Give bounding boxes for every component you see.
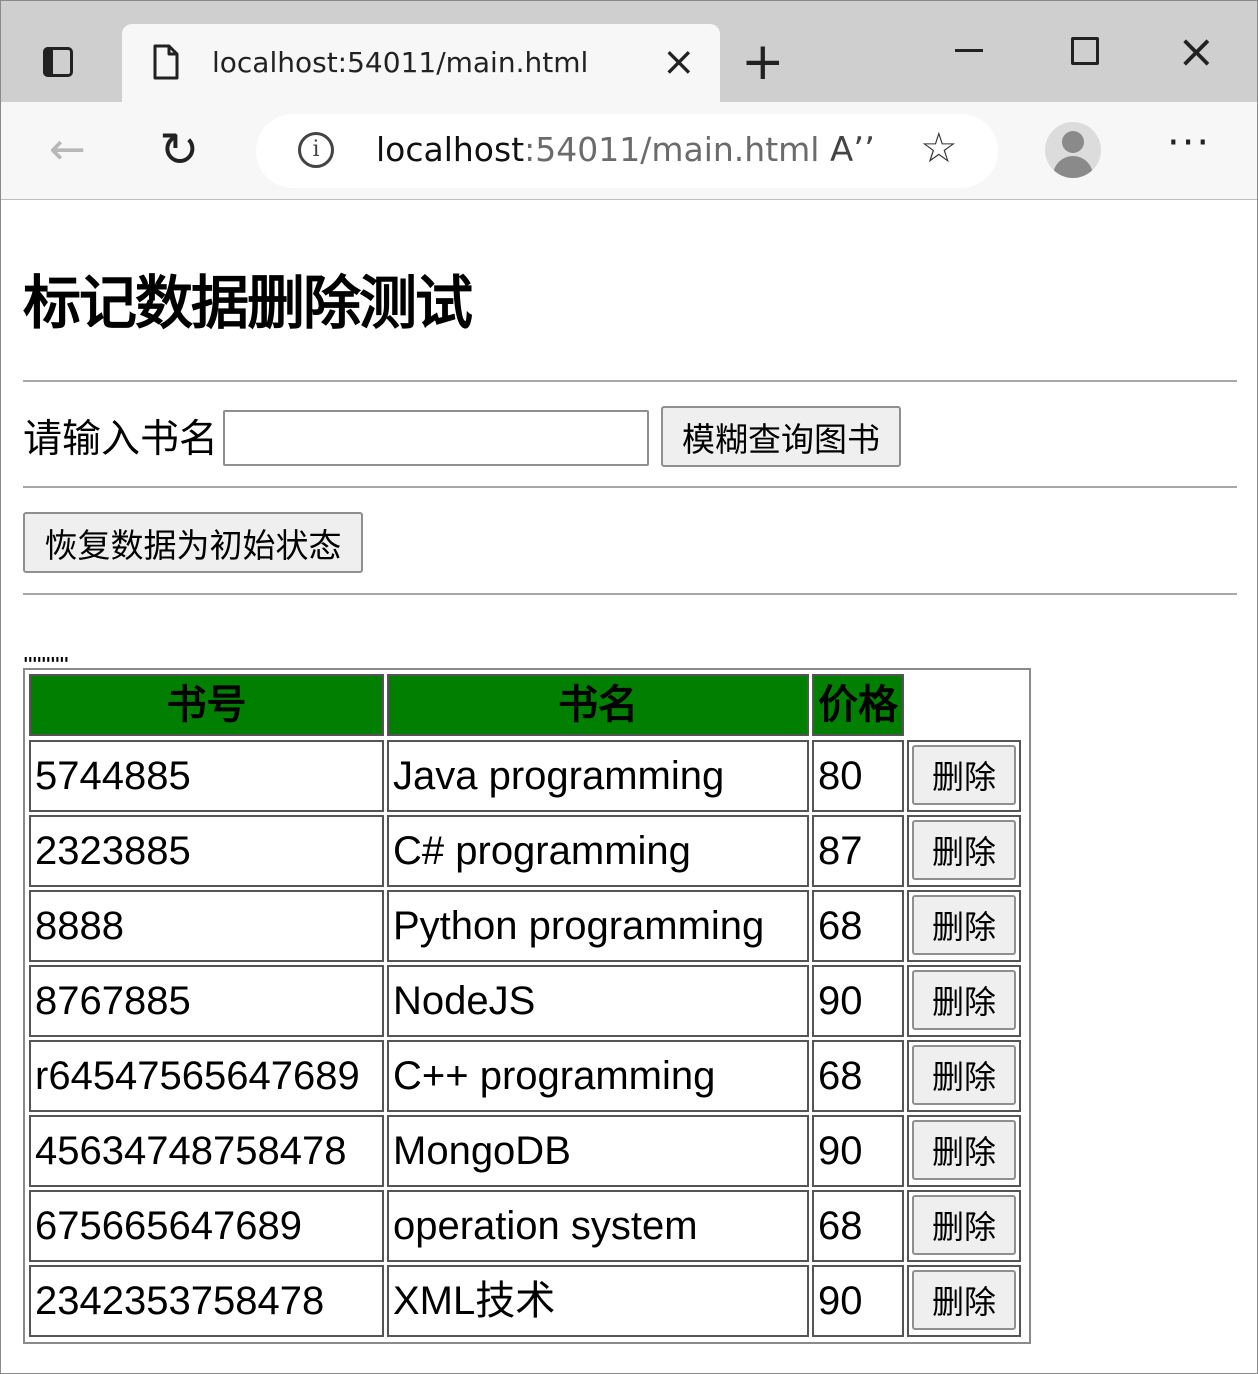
delete-cell: 删除: [907, 965, 1021, 1037]
book-price-cell: 90: [812, 965, 904, 1037]
book-price-cell: 90: [812, 1115, 904, 1187]
refresh-icon[interactable]: ↻: [159, 126, 199, 174]
divider: [23, 593, 1237, 595]
address-bar[interactable]: i localhost:54011/main.html A’’ ☆: [256, 114, 998, 188]
page-content: 标记数据删除测试 请输入书名 模糊查询图书 恢复数据为初始状态 ''''''''…: [1, 200, 1257, 1373]
delete-button[interactable]: 删除: [912, 1270, 1016, 1330]
more-options-icon[interactable]: ···: [1167, 120, 1211, 166]
book-price-cell: 68: [812, 890, 904, 962]
book-name-cell: XML技术: [387, 1265, 809, 1337]
book-name-input[interactable]: [223, 410, 649, 466]
column-header: 书名: [387, 674, 809, 736]
delete-cell: 删除: [907, 1040, 1021, 1112]
book-id-cell: r64547565647689: [29, 1040, 384, 1112]
read-aloud-icon[interactable]: A’’: [830, 130, 875, 170]
plus-icon[interactable]: +: [741, 35, 785, 89]
book-price-cell: 68: [812, 1190, 904, 1262]
book-name-cell: Python programming: [387, 890, 809, 962]
book-id-cell: 5744885: [29, 740, 384, 812]
favorite-star-icon[interactable]: ☆: [920, 124, 958, 172]
fuzzy-search-button[interactable]: 模糊查询图书: [661, 406, 901, 467]
delete-cell: 删除: [907, 740, 1021, 812]
book-name-cell: operation system: [387, 1190, 809, 1262]
page-title: 标记数据删除测试: [23, 269, 473, 337]
browser-window: localhost:54011/main.html × + × ← ↻ i lo…: [0, 0, 1258, 1374]
back-arrow-icon[interactable]: ←: [49, 128, 86, 172]
delete-button[interactable]: 删除: [912, 820, 1016, 880]
book-id-cell: 675665647689: [29, 1190, 384, 1262]
divider: [23, 486, 1237, 488]
delete-button[interactable]: 删除: [912, 1195, 1016, 1255]
tab-title: localhost:54011/main.html: [212, 46, 589, 79]
book-price-cell: 80: [812, 740, 904, 812]
divider: [23, 380, 1237, 382]
minimize-icon[interactable]: [955, 49, 983, 52]
book-name-cell: C# programming: [387, 815, 809, 887]
book-id-cell: 8767885: [29, 965, 384, 1037]
book-name-cell: MongoDB: [387, 1115, 809, 1187]
delete-cell: 删除: [907, 1115, 1021, 1187]
close-icon[interactable]: ×: [662, 40, 696, 84]
reset-data-button[interactable]: 恢复数据为初始状态: [23, 512, 363, 573]
url-text[interactable]: localhost:54011/main.html: [376, 130, 819, 169]
delete-cell: 删除: [907, 815, 1021, 887]
delete-button[interactable]: 删除: [912, 970, 1016, 1030]
book-name-cell: C++ programming: [387, 1040, 809, 1112]
delete-button[interactable]: 删除: [912, 1045, 1016, 1105]
delete-button[interactable]: 删除: [912, 895, 1016, 955]
book-id-cell: 2342353758478: [29, 1265, 384, 1337]
book-id-cell: 45634748758478: [29, 1115, 384, 1187]
tab-strip: localhost:54011/main.html × + ×: [1, 1, 1257, 102]
delete-button[interactable]: 删除: [912, 1120, 1016, 1180]
book-id-cell: 2323885: [29, 815, 384, 887]
book-price-cell: 68: [812, 1040, 904, 1112]
search-label: 请输入书名: [23, 417, 219, 462]
tab-actions-icon[interactable]: [39, 45, 77, 79]
delete-button[interactable]: 删除: [912, 745, 1016, 805]
delete-cell: 删除: [907, 890, 1021, 962]
book-table: 书号 书名 价格 5744885 Java programming 80 删除 2323885…: [23, 668, 1031, 1344]
info-icon[interactable]: i: [298, 132, 334, 168]
column-header: 书号: [29, 674, 384, 736]
book-name-cell: Java programming: [387, 740, 809, 812]
delete-cell: 删除: [907, 1190, 1021, 1262]
profile-avatar[interactable]: [1045, 122, 1101, 178]
book-name-cell: NodeJS: [387, 965, 809, 1037]
column-header: 价格: [812, 674, 904, 736]
window-close-icon[interactable]: ×: [1177, 27, 1216, 75]
book-price-cell: 87: [812, 815, 904, 887]
book-price-cell: 90: [812, 1265, 904, 1337]
book-id-cell: 8888: [29, 890, 384, 962]
browser-toolbar: ← ↻ i localhost:54011/main.html A’’ ☆ ··…: [1, 102, 1257, 200]
maximize-icon[interactable]: [1071, 37, 1099, 65]
delete-cell: 删除: [907, 1265, 1021, 1337]
browser-tab[interactable]: localhost:54011/main.html ×: [122, 24, 720, 102]
page-icon: [153, 44, 179, 80]
